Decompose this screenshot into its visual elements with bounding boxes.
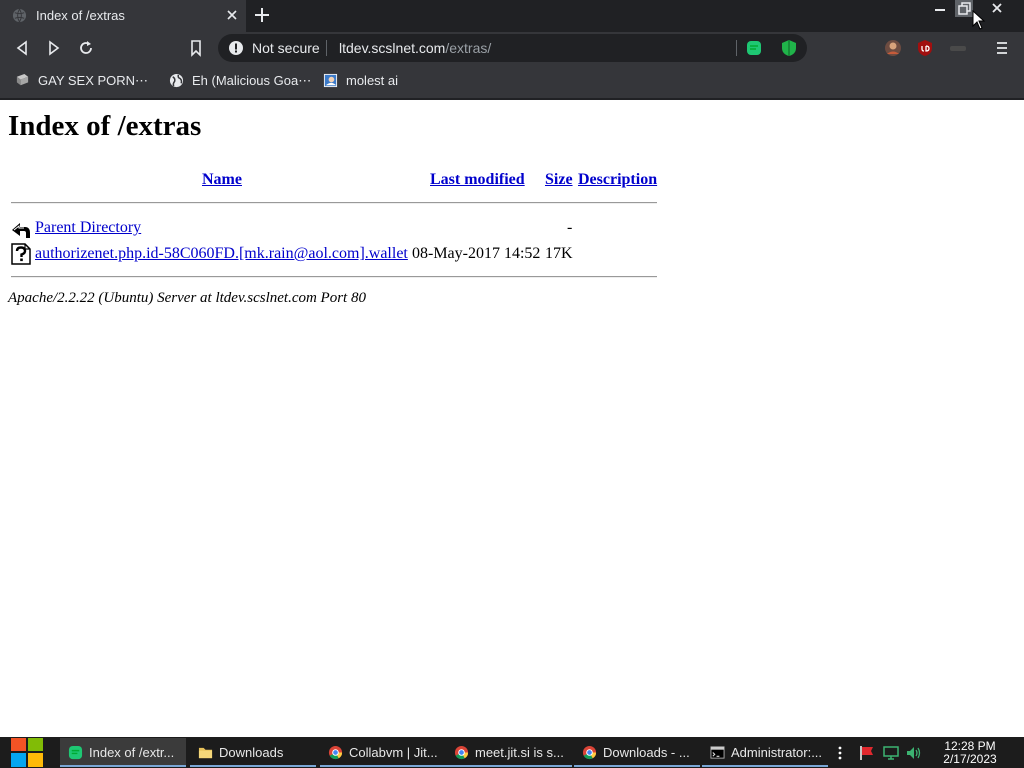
extension-shield-icon[interactable] xyxy=(781,39,797,57)
taskbar-label: Collabvm | Jit... xyxy=(349,745,438,760)
chrome-icon xyxy=(582,745,597,760)
clock-date: 2/17/2023 xyxy=(943,752,997,766)
url-divider xyxy=(326,40,327,56)
taskbar-item-cmd[interactable]: Administrator:... xyxy=(702,738,828,767)
volume-icon[interactable] xyxy=(906,745,922,761)
globe-icon xyxy=(169,73,184,88)
chrome-green-icon xyxy=(68,745,83,760)
menu-icon[interactable] xyxy=(993,39,1011,57)
taskbar-label: meet.jit.si is s... xyxy=(475,745,564,760)
taskbar-item-downloads[interactable]: Downloads xyxy=(190,738,316,767)
cmd-icon xyxy=(710,746,725,759)
url-path: /extras/ xyxy=(445,40,492,56)
parent-directory-link[interactable]: Parent Directory xyxy=(35,219,141,237)
bookmark-item-3[interactable]: molest ai xyxy=(323,72,403,90)
reload-icon[interactable] xyxy=(77,39,95,57)
chrome-icon xyxy=(454,745,469,760)
new-tab-icon[interactable] xyxy=(252,5,272,25)
header-divider xyxy=(11,202,657,204)
back-arrow-icon xyxy=(12,223,30,238)
image-icon xyxy=(323,73,338,88)
extension-chat-icon[interactable] xyxy=(746,40,762,56)
close-window-icon[interactable] xyxy=(985,0,1009,18)
taskbar-label: Index of /extr... xyxy=(89,745,175,760)
bookmark-item-1[interactable]: GAY SEX PORN⋯ xyxy=(15,72,150,90)
footer-divider xyxy=(11,276,657,278)
unknown-file-icon xyxy=(11,243,31,265)
address-bar[interactable]: Not secure ltdev.scslnet.com/extras/ xyxy=(218,34,807,62)
server-signature: Apache/2.2.22 (Ubuntu) Server at ltdev.s… xyxy=(8,290,366,306)
tab-title: Index of /extras xyxy=(36,8,125,23)
bookmark-item-2[interactable]: Eh (Malicious Goa⋯ xyxy=(169,72,312,90)
windows-start-icon[interactable] xyxy=(10,738,44,767)
taskbar-label: Administrator:... xyxy=(731,745,823,760)
row-size: 17K xyxy=(545,245,573,262)
taskbar: Index of /extr... Downloads Collabvm | J… xyxy=(0,737,1024,768)
back-icon[interactable] xyxy=(13,39,31,57)
forward-icon[interactable] xyxy=(45,39,63,57)
column-header-name[interactable]: Name xyxy=(202,171,242,189)
extension-grey-icon[interactable] xyxy=(948,39,968,57)
row-modified: 08-May-2017 14:52 xyxy=(412,245,541,262)
taskbar-item-browser[interactable]: Index of /extr... xyxy=(60,738,186,767)
extension-divider xyxy=(736,40,737,56)
bookmark-label: molest ai xyxy=(346,73,399,88)
monitor-icon xyxy=(16,73,29,86)
taskbar-item-jitsi[interactable]: meet.jit.si is s... xyxy=(446,738,572,767)
globe-icon xyxy=(12,8,27,23)
column-header-last-modified[interactable]: Last modified xyxy=(430,171,525,189)
profile-avatar-icon[interactable] xyxy=(884,39,902,57)
column-header-size[interactable]: Size xyxy=(545,171,573,189)
close-tab-icon[interactable] xyxy=(224,6,240,24)
minimize-icon[interactable] xyxy=(929,0,951,18)
security-label[interactable]: Not secure xyxy=(252,40,320,56)
taskbar-item-chrome-downloads[interactable]: Downloads - ... xyxy=(574,738,700,767)
tab-strip: Index of /extras xyxy=(0,0,1024,32)
tab-index-of-extras[interactable]: Index of /extras xyxy=(0,0,246,32)
file-link[interactable]: authorizenet.php.id-58C060FD.[mk.rain@ao… xyxy=(35,245,408,263)
bookmarks-bar: GAY SEX PORN⋯ Eh (Malicious Goa⋯ molest … xyxy=(0,64,1024,98)
page-content: Index of /extras Name Last modified Size… xyxy=(0,100,1024,737)
mouse-cursor-icon xyxy=(972,10,986,30)
taskbar-label: Downloads - ... xyxy=(603,745,690,760)
bookmark-label: Eh (Malicious Goa⋯ xyxy=(192,73,312,88)
url-text[interactable]: ltdev.scslnet.com/extras/ xyxy=(339,40,491,56)
bookmark-label: GAY SEX PORN⋯ xyxy=(38,73,149,88)
bookmark-star-icon[interactable] xyxy=(187,39,205,57)
folder-icon xyxy=(198,747,213,759)
page-title: Index of /extras xyxy=(8,110,202,142)
action-center-flag-icon[interactable] xyxy=(859,745,875,761)
browser-chrome: Index of /extras Not secure ltdev.scslne… xyxy=(0,0,1024,100)
browser-toolbar: Not secure ltdev.scslnet.com/extras/ xyxy=(0,32,1024,64)
column-header-description[interactable]: Description xyxy=(578,171,657,189)
taskbar-item-collabvm[interactable]: Collabvm | Jit... xyxy=(320,738,446,767)
tray-overflow-icon[interactable] xyxy=(835,745,845,761)
network-icon[interactable] xyxy=(883,745,899,761)
chrome-icon xyxy=(328,745,343,760)
row-size: - xyxy=(567,219,573,236)
url-host: ltdev.scslnet.com xyxy=(339,40,446,56)
taskbar-label: Downloads xyxy=(219,745,284,760)
ublock-icon[interactable] xyxy=(916,39,934,57)
not-secure-icon[interactable] xyxy=(228,40,244,56)
system-clock[interactable]: 12:28 PM 2/17/2023 xyxy=(934,740,1006,766)
